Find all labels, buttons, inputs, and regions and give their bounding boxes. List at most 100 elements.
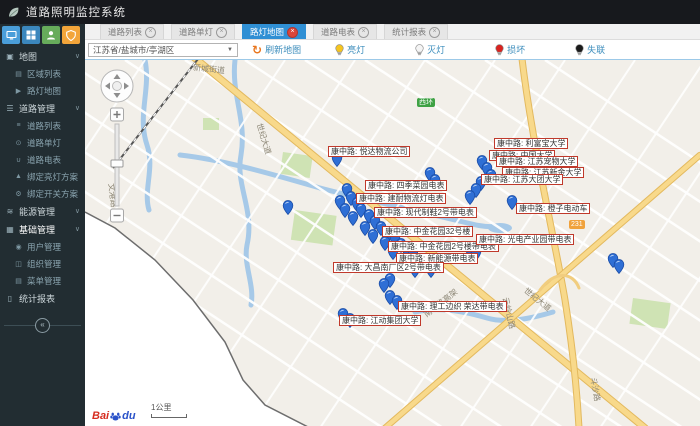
streetlight-label[interactable]: 康中路: 建耐物流灯电表 [356, 193, 447, 204]
streetlight-pin-marker[interactable] [347, 211, 359, 227]
filter-light-off[interactable]: 灭灯 [415, 43, 445, 56]
map-toolbar: 江苏省/盐城市/亭湖区 ▼ ↻ 刷新地图 亮灯 灭灯 损坏 失联 [85, 40, 700, 60]
refresh-map-button[interactable]: ↻ 刷新地图 [252, 43, 301, 56]
streetlight-pin-marker[interactable] [282, 200, 294, 216]
streetlight-label[interactable]: 康中路: 悦达物流公司 [328, 146, 411, 157]
bulb-icon [495, 43, 504, 56]
sidebar-section-label: 能源管理 [19, 206, 56, 217]
map-pan-zoom-control[interactable] [95, 66, 139, 226]
streetlight-label[interactable]: 康中路: 江苏大团大学 [481, 174, 564, 185]
sidebar-section-energy-mgmt[interactable]: ≋ 能源管理 ∨ [0, 202, 85, 220]
streetlight-label[interactable]: 康中路: 理工边织 荣达带电表 [398, 301, 507, 312]
caret-down-icon: ▼ [227, 46, 233, 53]
desktop-button[interactable] [2, 26, 20, 44]
sidebar-item-label: 菜单管理 [27, 275, 62, 286]
grid2-icon: ▦ [6, 224, 14, 234]
bulb-icon [335, 43, 344, 56]
table-icon: ▤ [15, 277, 22, 285]
sidebar-item-road-meter[interactable]: ∪ 道路电表 [0, 151, 85, 168]
tab-road-lamp[interactable]: 道路单灯 × [171, 24, 236, 39]
sidebar-section-road-mgmt[interactable]: ☰ 道路管理 ∨ [0, 99, 85, 117]
sidebar-section-basic-mgmt[interactable]: ▦ 基础管理 ∨ [0, 220, 85, 238]
sidebar-section-label: 地图 [19, 51, 38, 62]
tab-bar: 道路列表 × 道路单灯 × 路灯地图 × 道路电表 × 统计报表 × [85, 24, 700, 40]
tab-label: 路灯地图 [250, 27, 285, 37]
tab-road-meter[interactable]: 道路电表 × [313, 24, 378, 39]
sidebar-item-label: 道路电表 [27, 154, 62, 165]
users-icon: ◉ [15, 243, 22, 251]
filter-disconnected[interactable]: 失联 [575, 43, 605, 56]
streetlight-label[interactable]: 康中路: 橙子电动车 [516, 203, 591, 214]
sidebar-item-road-lamp[interactable]: ⊙ 道路单灯 [0, 134, 85, 151]
sidebar-collapse-row: « [0, 317, 85, 333]
bulb-icon [575, 43, 584, 56]
list-icon: ▤ [15, 70, 22, 78]
lamp-status-filters: 亮灯 灭灯 损坏 失联 [335, 43, 605, 56]
baidu-logo-text-left: Bai [92, 410, 110, 422]
collapse-sidebar-button[interactable]: « [35, 317, 50, 333]
streetlight-label[interactable]: 康中路: 四季菜园电表 [365, 180, 448, 191]
sidebar-item-switch-scheme[interactable]: ⚙ 绑定开关方案 [0, 185, 85, 202]
filter-broken[interactable]: 损坏 [495, 43, 525, 56]
sidebar-item-light-scheme[interactable]: ▲ 绑定亮灯方案 [0, 168, 85, 185]
rows-icon: ≡ [16, 122, 21, 129]
security-button[interactable] [62, 26, 80, 44]
menu-icon: ☰ [6, 103, 14, 113]
region-select-value: 江苏省/盐城市/亭湖区 [93, 44, 175, 55]
filter-label: 损坏 [507, 45, 526, 55]
sidebar-item-label: 用户管理 [27, 241, 62, 252]
close-icon[interactable]: × [145, 26, 157, 38]
sidebar-section-report[interactable]: ▯ 统计报表 [0, 289, 85, 307]
org-icon: ◫ [15, 260, 22, 268]
filter-label: 灭灯 [427, 45, 446, 55]
sidebar-item-label: 道路列表 [27, 120, 62, 131]
streetlight-label[interactable]: 康中路: 大昌南厂区2号带电表 [333, 262, 444, 273]
baidu-logo: Bai du [92, 410, 136, 422]
user-button[interactable] [42, 26, 60, 44]
chevron-down-icon: ∨ [74, 105, 80, 112]
streetlight-label[interactable]: 康中路: 江苏宠物大学 [496, 156, 579, 167]
close-icon[interactable]: × [216, 26, 228, 38]
tab-report[interactable]: 统计报表 × [384, 24, 449, 39]
sidebar-item-region-list[interactable]: ▤ 区域列表 [0, 65, 85, 82]
streetlight-label[interactable]: 康中路: 现代制鞋2号带电表 [374, 207, 477, 218]
sidebar-section-label: 基础管理 [19, 224, 56, 235]
tab-streetlight-map[interactable]: 路灯地图 × [242, 24, 307, 39]
sidebar-item-label: 区域列表 [27, 68, 62, 79]
road-lighting-monitor-app: 道路照明监控系统 ▣ 地图 ∨ ▤ 区域列表 ▶ 路灯地图 ☰ 道路管理 ∨ ≡ 道路列表 ⊙ 道路单灯 ∪… [0, 0, 700, 426]
streetlight-pin-marker[interactable] [367, 229, 379, 245]
streetlight-label[interactable]: 康中路: 江动集团大学 [339, 315, 422, 326]
streetlight-pin-marker[interactable] [464, 190, 476, 206]
sidebar-item-label: 绑定亮灯方案 [27, 171, 79, 182]
report-icon: ▯ [7, 293, 13, 303]
energy-icon: ≋ [6, 206, 14, 216]
sidebar-section-map[interactable]: ▣ 地图 ∨ [0, 47, 85, 65]
streetlight-label[interactable]: 康中路: 中金花园32号楼 [382, 226, 474, 237]
meter-icon: ∪ [15, 156, 22, 164]
close-icon[interactable]: × [429, 26, 441, 38]
region-select[interactable]: 江苏省/盐城市/亭湖区 ▼ [88, 42, 238, 57]
sidebar-menu: ▣ 地图 ∨ ▤ 区域列表 ▶ 路灯地图 ☰ 道路管理 ∨ ≡ 道路列表 ⊙ 道路单灯 ∪ 道路电表 ▲ 绑定亮灯… [0, 47, 85, 307]
close-icon[interactable]: × [358, 26, 370, 38]
streetlight-label[interactable]: 康中路: 光电产业园带电表 [476, 234, 575, 245]
map-canvas[interactable]: 新城街道世纪大道世纪大道南环路高架云岭山路斗沙路文港路西环231康中路: 悦达物… [85, 60, 700, 426]
main-area: 道路列表 × 道路单灯 × 路灯地图 × 道路电表 × 统计报表 × 江苏省/盐城市/亭湖区 ▼ … [85, 24, 700, 426]
close-icon[interactable]: × [287, 26, 299, 38]
filter-light-on[interactable]: 亮灯 [335, 43, 365, 56]
sidebar-item-user-mgmt[interactable]: ◉ 用户管理 [0, 238, 85, 255]
modules-button[interactable] [22, 26, 40, 44]
sidebar-item-org-mgmt[interactable]: ◫ 组织管理 [0, 255, 85, 272]
sidebar-item-road-list[interactable]: ≡ 道路列表 [0, 117, 85, 134]
sidebar-item-menu-mgmt[interactable]: ▤ 菜单管理 [0, 272, 85, 289]
streetlight-label[interactable]: 康中路: 利富宝大学 [494, 138, 569, 149]
sidebar-item-streetlight-map[interactable]: ▶ 路灯地图 [0, 82, 85, 99]
tab-road-list[interactable]: 道路列表 × [100, 24, 165, 39]
sidebar-item-label: 组织管理 [27, 258, 62, 269]
app-title: 道路照明监控系统 [26, 7, 126, 19]
chevron-down-icon: ∨ [74, 208, 80, 215]
streetlight-pin-marker[interactable] [378, 278, 390, 294]
sidebar: ▣ 地图 ∨ ▤ 区域列表 ▶ 路灯地图 ☰ 道路管理 ∨ ≡ 道路列表 ⊙ 道路单灯 ∪ 道路电表 ▲ 绑定亮灯… [0, 24, 85, 426]
streetlight-pin-marker[interactable] [613, 259, 625, 275]
tab-label: 道路列表 [108, 27, 143, 37]
sidebar-item-label: 路灯地图 [27, 85, 62, 96]
